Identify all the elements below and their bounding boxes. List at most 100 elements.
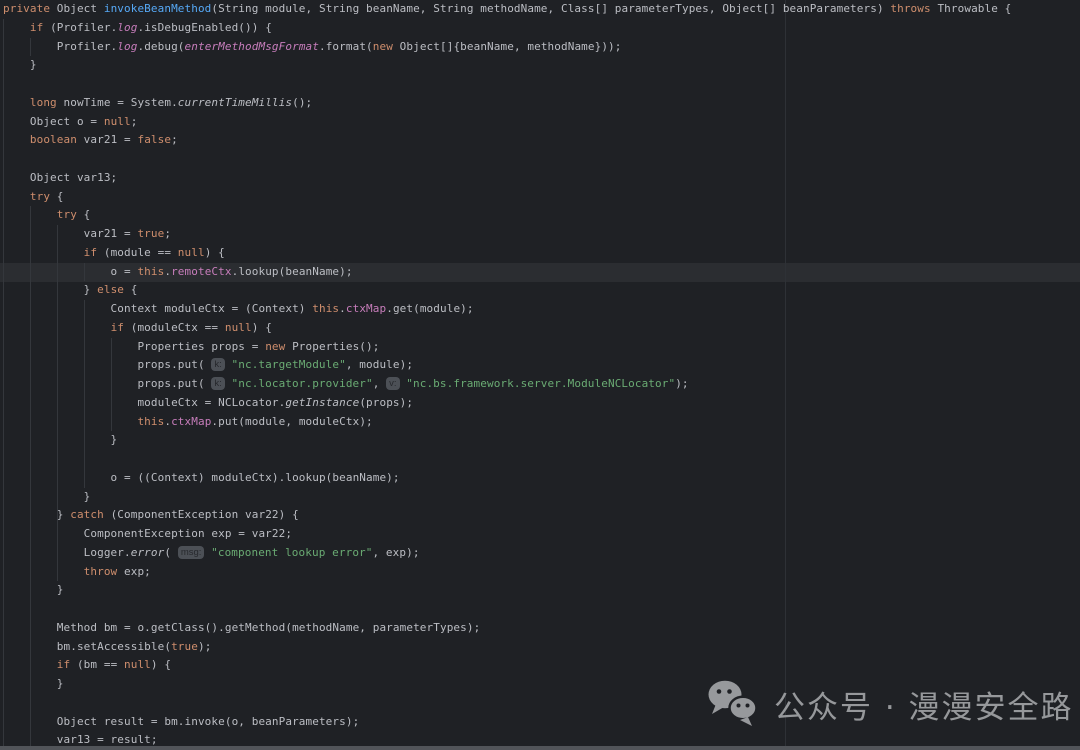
code-token	[225, 377, 232, 390]
code-token: }	[3, 283, 97, 296]
code-token: "component lookup error"	[211, 546, 372, 559]
code-line[interactable]	[0, 450, 1080, 469]
code-line[interactable]: Object o = null;	[0, 113, 1080, 132]
wechat-icon	[706, 680, 761, 728]
code-token: ctxMap	[346, 302, 386, 315]
code-token: false	[137, 133, 171, 146]
code-token: .lookup(beanName);	[232, 265, 353, 278]
code-token: getInstance	[285, 396, 359, 409]
code-token: Object	[50, 2, 104, 15]
code-token: log	[117, 40, 137, 53]
code-line[interactable]: }	[0, 488, 1080, 507]
code-editor[interactable]: private Object invokeBeanMethod(String m…	[0, 0, 1080, 750]
code-token: Object var13;	[3, 171, 117, 184]
code-token: if	[30, 21, 43, 34]
code-line[interactable]: Object var13;	[0, 169, 1080, 188]
code-token: ;	[164, 227, 171, 240]
code-token: ctxMap	[171, 415, 211, 428]
code-token	[3, 190, 30, 203]
code-token: Method bm = o.getClass().getMethod(metho…	[3, 621, 480, 634]
code-line[interactable]: Context moduleCtx = (Context) this.ctxMa…	[0, 300, 1080, 319]
code-token: throws	[890, 2, 930, 15]
inlay-hint[interactable]: k:	[211, 358, 224, 371]
code-line[interactable]: props.put( k: "nc.targetModule", module)…	[0, 356, 1080, 375]
code-line[interactable]: var21 = true;	[0, 225, 1080, 244]
code-token: long	[30, 96, 57, 109]
code-line[interactable]: }	[0, 431, 1080, 450]
code-token: .debug(	[137, 40, 184, 53]
code-token: ) {	[252, 321, 272, 334]
code-line[interactable]: Profiler.log.debug(enterMethodMsgFormat.…	[0, 38, 1080, 57]
code-token: }	[3, 433, 117, 446]
code-token: );	[675, 377, 688, 390]
code-line[interactable]: long nowTime = System.currentTimeMillis(…	[0, 94, 1080, 113]
code-line[interactable]: try {	[0, 206, 1080, 225]
code-line[interactable]: props.put( k: "nc.locator.provider", v: …	[0, 375, 1080, 394]
horizontal-scrollbar[interactable]	[0, 746, 1080, 750]
code-line[interactable]: this.ctxMap.put(module, moduleCtx);	[0, 413, 1080, 432]
code-line[interactable]: throw exp;	[0, 563, 1080, 582]
inlay-hint[interactable]: k:	[211, 377, 224, 390]
code-token	[225, 358, 232, 371]
code-line[interactable]: if (Profiler.log.isDebugEnabled()) {	[0, 19, 1080, 38]
code-line[interactable]	[0, 150, 1080, 169]
code-token: boolean	[30, 133, 77, 146]
code-line[interactable]: ComponentException exp = var22;	[0, 525, 1080, 544]
code-line[interactable]: boolean var21 = false;	[0, 131, 1080, 150]
code-line[interactable]: o = ((Context) moduleCtx).lookup(beanNam…	[0, 469, 1080, 488]
code-token: , exp);	[372, 546, 419, 559]
code-line[interactable]: if (moduleCtx == null) {	[0, 319, 1080, 338]
code-line[interactable]: if (bm == null) {	[0, 656, 1080, 675]
code-token: if	[84, 246, 97, 259]
code-line[interactable]: } else {	[0, 281, 1080, 300]
code-line[interactable]: o = this.remoteCtx.lookup(beanName);	[0, 263, 1080, 282]
code-token: null	[124, 658, 151, 671]
code-token: o = ((Context) moduleCtx).lookup(beanNam…	[3, 471, 400, 484]
code-line[interactable]	[0, 600, 1080, 619]
code-token	[3, 96, 30, 109]
code-line[interactable]: if (module == null) {	[0, 244, 1080, 263]
code-line[interactable]	[0, 75, 1080, 94]
code-line[interactable]: Method bm = o.getClass().getMethod(metho…	[0, 619, 1080, 638]
code-line[interactable]: try {	[0, 188, 1080, 207]
code-token: else	[97, 283, 124, 296]
code-token: Logger.	[3, 546, 131, 559]
code-token	[3, 565, 84, 578]
code-line[interactable]: private Object invokeBeanMethod(String m…	[0, 0, 1080, 19]
code-token: (	[164, 546, 177, 559]
code-line[interactable]: } catch (ComponentException var22) {	[0, 506, 1080, 525]
code-token: .isDebugEnabled()) {	[137, 21, 271, 34]
code-token: this	[137, 415, 164, 428]
code-token: if	[111, 321, 124, 334]
inlay-hint[interactable]: v:	[386, 377, 399, 390]
code-token: {	[50, 190, 63, 203]
code-token: }	[3, 490, 90, 503]
code-line[interactable]: }	[0, 56, 1080, 75]
code-token	[3, 658, 57, 671]
code-line[interactable]: bm.setAccessible(true);	[0, 638, 1080, 657]
inlay-hint[interactable]: msg:	[178, 546, 205, 559]
code-token: ();	[292, 96, 312, 109]
code-token: ) {	[151, 658, 171, 671]
code-token: "nc.bs.framework.server.ModuleNCLocator"	[406, 377, 675, 390]
code-line[interactable]: Properties props = new Properties();	[0, 338, 1080, 357]
code-token: (module ==	[97, 246, 178, 259]
code-token: var21 =	[3, 227, 137, 240]
code-token: Object o =	[3, 115, 104, 128]
code-token: .format(	[319, 40, 373, 53]
code-token: ,	[373, 377, 386, 390]
code-token: ) {	[205, 246, 225, 259]
code-token: null	[104, 115, 131, 128]
code-token	[3, 415, 137, 428]
code-token: }	[3, 677, 64, 690]
code-token: exp;	[117, 565, 151, 578]
code-token: ;	[131, 115, 138, 128]
code-token: }	[3, 508, 70, 521]
code-token: );	[198, 640, 211, 653]
code-line[interactable]: Logger.error( msg: "component lookup err…	[0, 544, 1080, 563]
code-token: catch	[70, 508, 104, 521]
code-token	[3, 133, 30, 146]
code-line[interactable]: moduleCtx = NCLocator.getInstance(props)…	[0, 394, 1080, 413]
code-line[interactable]: }	[0, 581, 1080, 600]
code-token: }	[3, 58, 37, 71]
